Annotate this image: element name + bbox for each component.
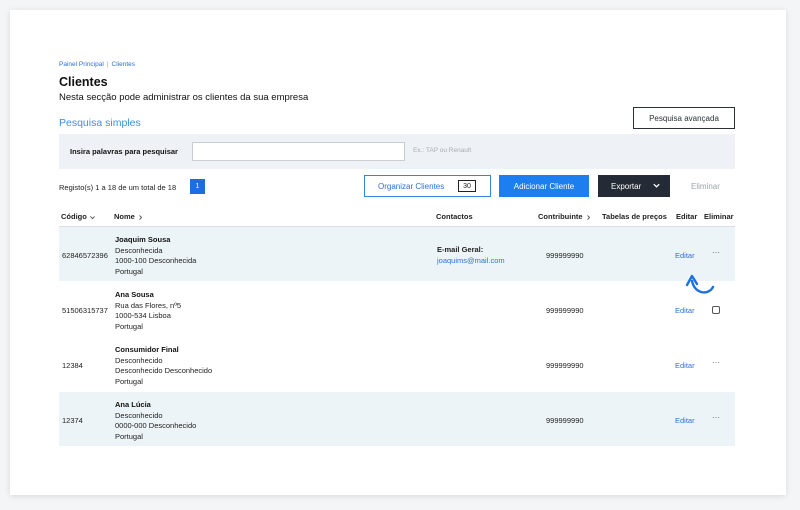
column-price-tables: Tabelas de preços xyxy=(602,212,667,221)
row-address-line2: 0000-000 Desconhecido xyxy=(115,421,197,430)
row-name-block: Ana Sousa Rua das Flores, nº5 1000-534 L… xyxy=(115,290,181,332)
breadcrumb-current[interactable]: Clientes xyxy=(112,61,135,68)
row-taxpayer: 999999990 xyxy=(546,416,584,425)
row-name: Consumidor Final xyxy=(115,345,179,354)
page-subtitle: Nesta secção pode administrar os cliente… xyxy=(59,92,309,103)
table-row[interactable]: 12384 Consumidor Final Desconhecido Desc… xyxy=(59,337,735,391)
export-label: Exportar xyxy=(611,181,642,191)
row-name-block: Ana Lúcia Desconhecido 0000-000 Desconhe… xyxy=(115,400,196,442)
organize-clients-label: Organizar Clientes xyxy=(378,181,445,191)
edit-link[interactable]: Editar xyxy=(675,251,695,260)
row-code: 12374 xyxy=(62,416,83,425)
delete-button[interactable]: Eliminar xyxy=(691,182,720,191)
row-contact: E-mail Geral: joaquims@mail.com xyxy=(437,245,505,266)
chevron-down-icon xyxy=(90,215,95,219)
edit-link[interactable]: Editar xyxy=(675,361,695,370)
breadcrumb-separator: | xyxy=(106,61,109,68)
chevron-right-icon xyxy=(139,214,143,220)
row-code: 51506315737 xyxy=(62,306,108,315)
column-code[interactable]: Código xyxy=(61,212,96,221)
advanced-search-button[interactable]: Pesquisa avançada xyxy=(633,107,735,129)
more-icon[interactable]: ··· xyxy=(712,413,722,423)
column-delete: Eliminar xyxy=(704,212,734,221)
more-icon[interactable]: ··· xyxy=(712,248,722,258)
row-taxpayer: 999999990 xyxy=(546,251,584,260)
breadcrumb: Painel Principal | Clientes xyxy=(59,61,135,68)
organize-clients-button[interactable]: Organizar Clientes 30 xyxy=(364,175,491,197)
row-address-line1: Desconhecido xyxy=(115,410,163,420)
column-contacts: Contactos xyxy=(436,212,473,221)
simple-search-title: Pesquisa simples xyxy=(59,117,141,129)
row-name-block: Consumidor Final Desconhecido Desconheci… xyxy=(115,345,212,387)
row-taxpayer: 999999990 xyxy=(546,306,584,315)
search-input[interactable] xyxy=(192,142,405,161)
row-address-line3: Portugal xyxy=(115,266,143,276)
chevron-down-icon xyxy=(653,183,660,188)
row-address-line2: Desconhecido Desconhecido xyxy=(115,366,213,375)
add-client-button[interactable]: Adicionar Cliente xyxy=(499,175,589,197)
curved-arrow-icon xyxy=(685,274,715,294)
row-address-line1: Desconhecido xyxy=(115,355,163,365)
search-label: Insira palavras para pesquisar xyxy=(70,147,178,156)
breadcrumb-home[interactable]: Painel Principal xyxy=(59,61,104,68)
row-code: 12384 xyxy=(62,361,83,370)
column-name[interactable]: Nome xyxy=(114,212,144,221)
records-count: Registo(s) 1 a 18 de um total de 18 xyxy=(59,183,177,192)
row-name: Joaquim Sousa xyxy=(115,235,171,244)
row-address-line3: Portugal xyxy=(115,376,143,386)
edit-link[interactable]: Editar xyxy=(675,416,695,425)
row-contact-email[interactable]: joaquims@mail.com xyxy=(437,256,505,267)
page-title: Clientes xyxy=(59,75,108,89)
row-address-line1: Desconhecida xyxy=(115,245,163,255)
column-name-label: Nome xyxy=(114,212,135,221)
export-button[interactable]: Exportar xyxy=(598,175,670,197)
table-row[interactable]: 51506315737 Ana Sousa Rua das Flores, nº… xyxy=(59,282,735,336)
row-name-block: Joaquim Sousa Desconhecida 1000-100 Desc… xyxy=(115,235,196,277)
column-taxpayer[interactable]: Contribuinte xyxy=(538,212,592,221)
chevron-right-icon xyxy=(586,214,590,220)
row-address-line2: 1000-534 Lisboa xyxy=(115,311,171,320)
table-row[interactable]: 62846572396 Joaquim Sousa Desconhecida 1… xyxy=(59,227,735,281)
row-address-line3: Portugal xyxy=(115,321,143,331)
row-name: Ana Sousa xyxy=(115,290,154,299)
organize-count-badge: 30 xyxy=(458,180,476,192)
column-taxpayer-label: Contribuinte xyxy=(538,212,583,221)
more-icon[interactable]: ··· xyxy=(712,358,722,368)
table-row[interactable]: 12374 Ana Lúcia Desconhecido 0000-000 De… xyxy=(59,392,735,446)
row-contact-label: E-mail Geral: xyxy=(437,245,484,254)
row-name: Ana Lúcia xyxy=(115,400,151,409)
search-panel: Insira palavras para pesquisar Ex.: TAP … xyxy=(59,134,735,169)
row-address-line2: 1000-100 Desconhecida xyxy=(115,256,197,265)
column-code-label: Código xyxy=(61,212,87,221)
row-address-line1: Rua das Flores, nº5 xyxy=(115,300,182,310)
column-edit: Editar xyxy=(676,212,698,221)
search-hint: Ex.: TAP ou Renault xyxy=(413,147,472,154)
row-code: 62846572396 xyxy=(62,251,108,260)
row-address-line3: Portugal xyxy=(115,431,143,441)
page-number-button[interactable]: 1 xyxy=(190,179,205,194)
row-taxpayer: 999999990 xyxy=(546,361,584,370)
main-card: Painel Principal | Clientes Clientes Nesta… xyxy=(10,10,786,495)
